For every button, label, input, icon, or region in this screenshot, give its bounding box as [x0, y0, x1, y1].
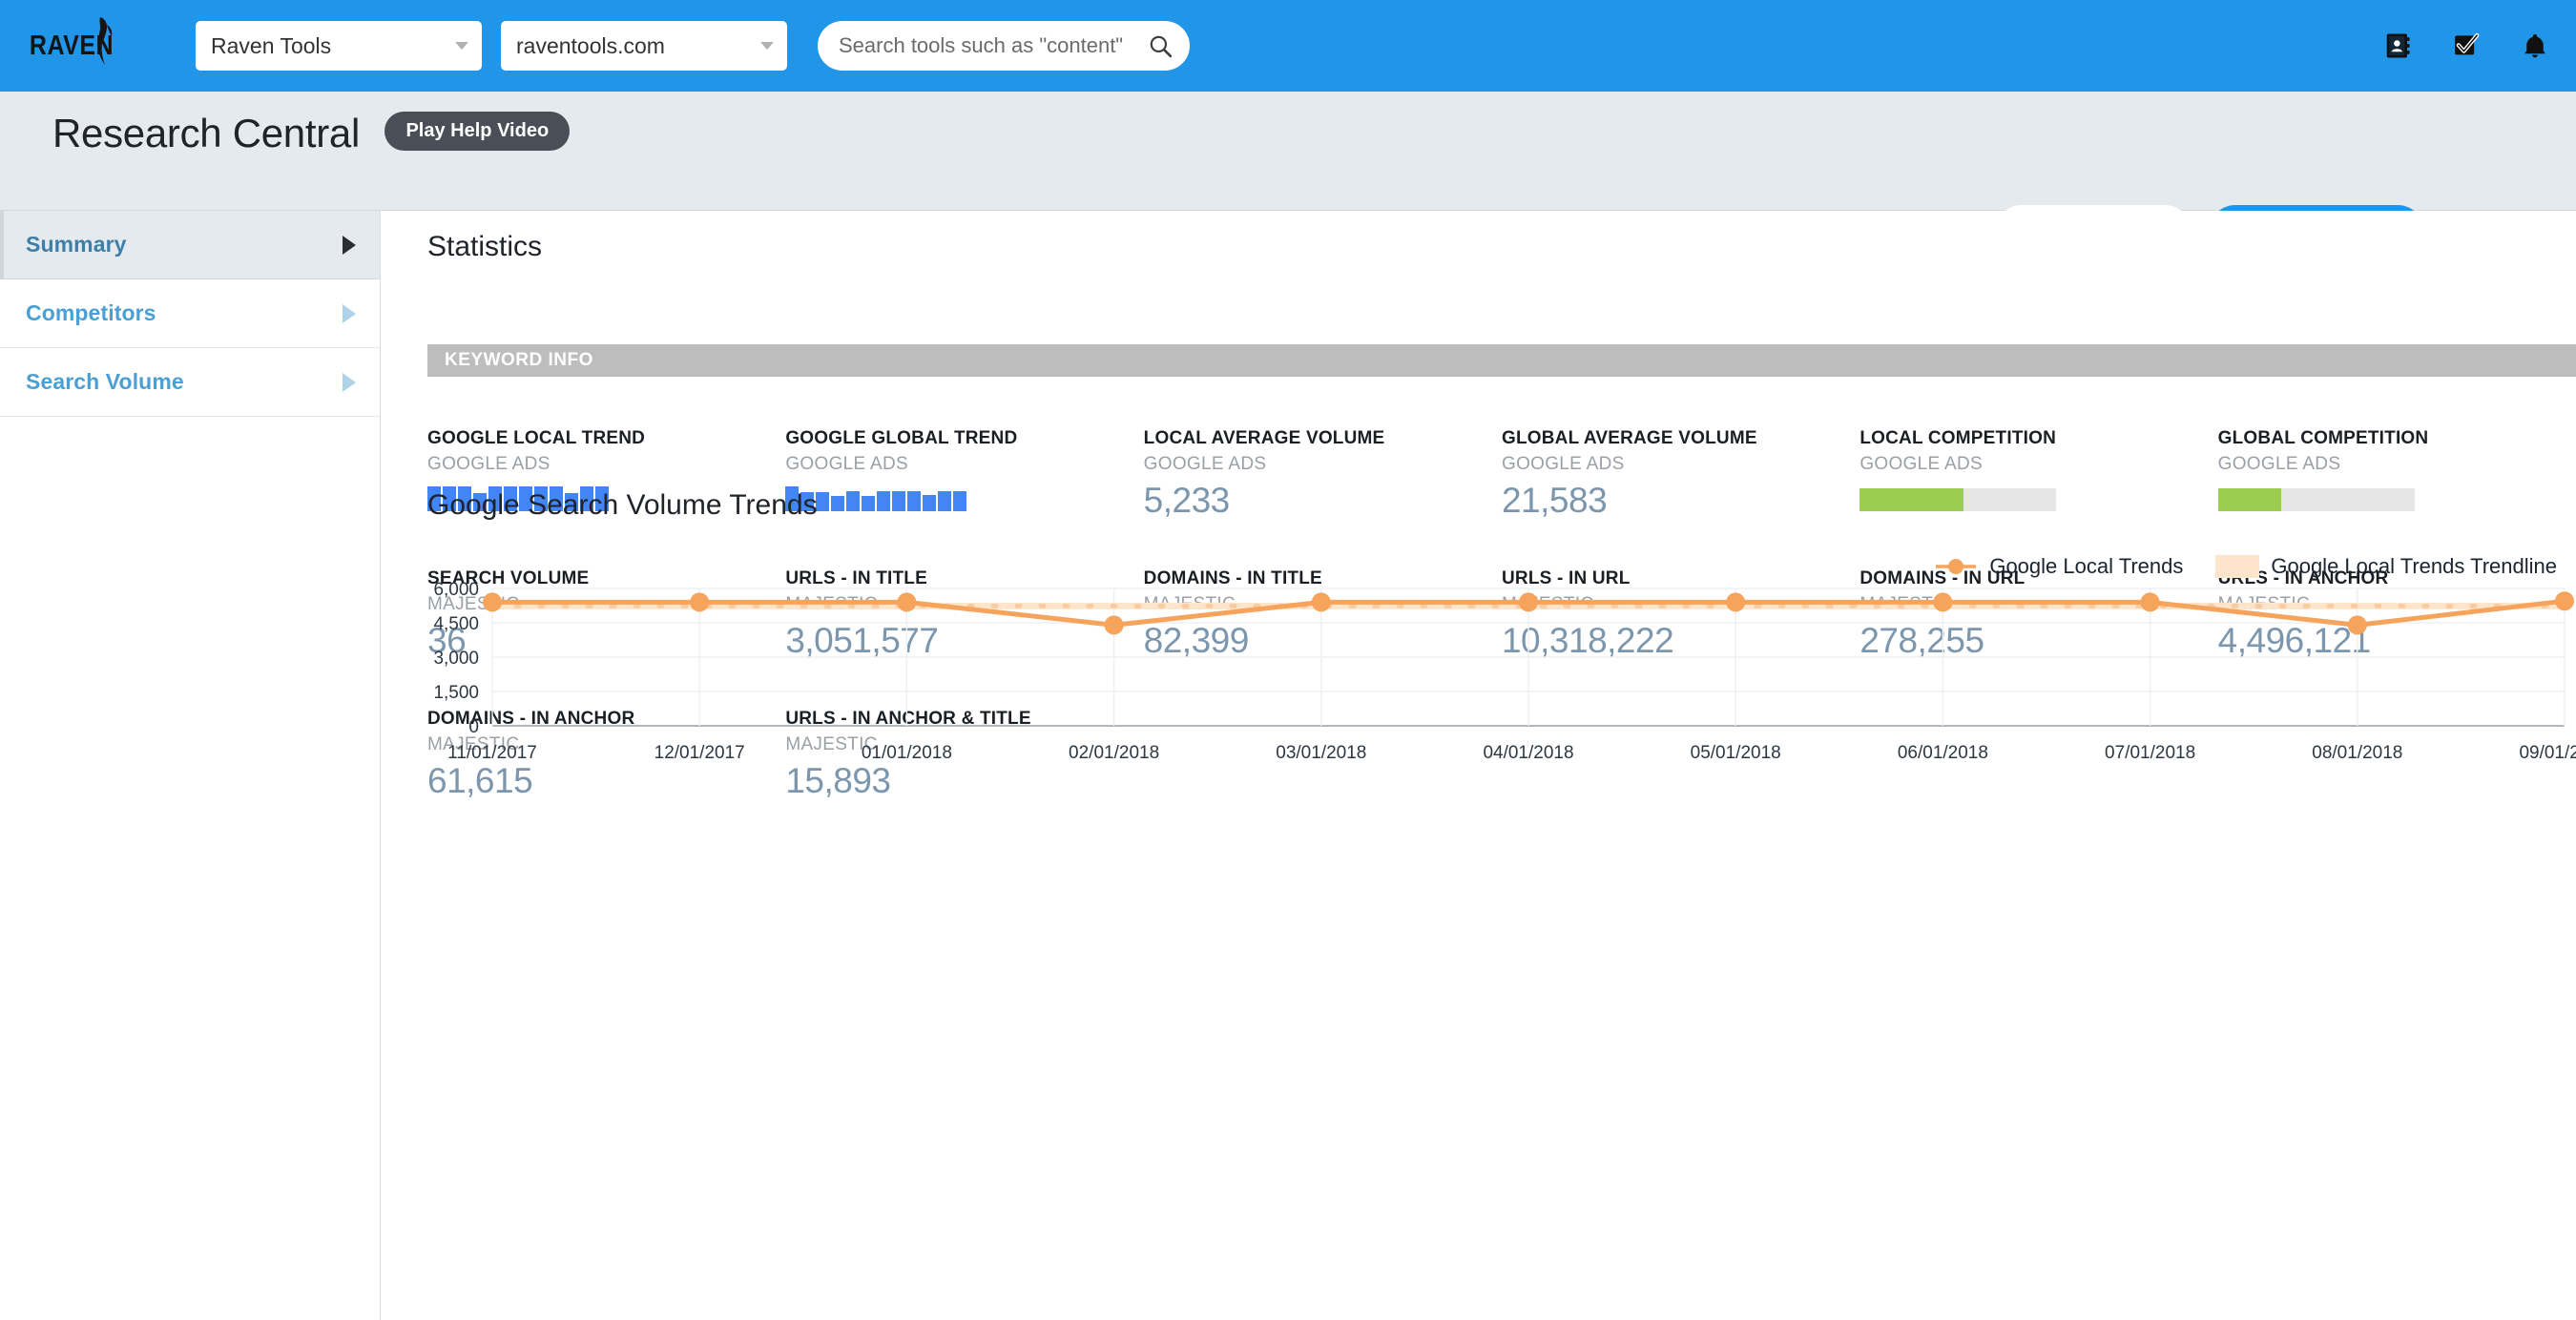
search-input[interactable] [839, 33, 1148, 58]
raven-bird-icon [89, 15, 114, 69]
chart-x-axis-labels: 11/01/2017 12/01/2017 01/01/2018 02/01/2018… [427, 743, 2576, 772]
stat-competition-meter [1859, 488, 2056, 511]
x-axis-tick-label: 08/01/2018 [2312, 743, 2402, 764]
sparkline-bar [907, 491, 921, 511]
keyword-info-group-label: KEYWORD INFO [445, 350, 593, 371]
sidebar-item-summary[interactable]: Summary [0, 211, 380, 279]
sparkline-bar [816, 492, 829, 511]
stat-source: GOOGLE ADS [1502, 454, 1859, 475]
stat-label: GOOGLE LOCAL TREND [427, 428, 785, 449]
stat-source: GOOGLE ADS [1859, 454, 2217, 475]
site-select-value: raventools.com [516, 33, 665, 59]
stat-card: GLOBAL COMPETITION GOOGLE ADS [2218, 402, 2576, 542]
stat-source: GOOGLE ADS [1144, 454, 1502, 475]
stat-source: GOOGLE ADS [785, 454, 1143, 475]
chart-legend: Google Local Trends Google Local Trends T… [1934, 554, 2557, 579]
x-axis-tick-label: 04/01/2018 [1483, 743, 1573, 764]
x-axis-tick-label: 01/01/2018 [862, 743, 952, 764]
top-nav-icon-group [2383, 0, 2549, 92]
tasks-check-icon[interactable] [2452, 31, 2481, 60]
sparkline-bar [862, 496, 875, 511]
x-axis-tick-label: 03/01/2018 [1276, 743, 1366, 764]
keyword-info-group-header: KEYWORD INFO [427, 344, 2576, 377]
legend-label: Google Local Trends [1989, 554, 2183, 579]
stat-value: 5,233 [1144, 481, 1502, 521]
x-axis-tick-label: 02/01/2018 [1069, 743, 1159, 764]
account-select[interactable]: Raven Tools [196, 21, 482, 71]
stat-sparkline [785, 486, 1143, 511]
svg-text:4,500: 4,500 [433, 614, 479, 634]
sparkline-bar [877, 491, 890, 511]
stat-label: LOCAL COMPETITION [1859, 428, 2217, 449]
stat-label: GOOGLE GLOBAL TREND [785, 428, 1143, 449]
sidebar-item-search-volume[interactable]: Search Volume [0, 348, 380, 417]
page-header-left: Research Central Play Help Video [52, 111, 570, 156]
stat-source: GOOGLE ADS [427, 454, 785, 475]
legend-line-marker-icon [1934, 555, 1978, 578]
competition-meter-fill [2218, 488, 2281, 511]
sidebar-item-competitors[interactable]: Competitors [0, 279, 380, 348]
sidebar-item-label: Summary [26, 232, 127, 258]
sparkline-bar [846, 491, 860, 511]
search-icon[interactable] [1148, 33, 1173, 58]
chevron-right-icon [343, 373, 356, 392]
stat-label: GLOBAL AVERAGE VOLUME [1502, 428, 1859, 449]
tool-search-box[interactable] [818, 21, 1190, 71]
x-axis-tick-label: 11/01/2017 [447, 743, 537, 764]
top-navigation-bar: RAVEN Raven Tools raventools.com [0, 0, 2576, 92]
sidebar-navigation: Summary Competitors Search Volume [0, 211, 381, 1320]
site-select[interactable]: raventools.com [501, 21, 787, 71]
main-content: Statistics KEYWORD INFO GOOGLE LOCAL TRE… [382, 211, 2576, 1320]
contact-book-icon[interactable] [2383, 31, 2412, 60]
search-volume-trends-chart: Google Local Trends Google Local Trends T… [427, 554, 2576, 745]
x-axis-tick-label: 07/01/2018 [2105, 743, 2195, 764]
sparkline-bar [923, 495, 936, 511]
chevron-down-icon [760, 42, 774, 50]
x-axis-tick-label: 12/01/2017 [654, 743, 745, 764]
notifications-bell-icon[interactable] [2521, 31, 2549, 60]
x-axis-tick-label: 09/01/2018 [2519, 743, 2576, 764]
raven-logo[interactable]: RAVEN [0, 21, 143, 71]
svg-text:1,500: 1,500 [433, 683, 479, 703]
sidebar-item-label: Search Volume [26, 369, 184, 395]
sidebar-item-label: Competitors [26, 300, 156, 326]
stat-label: GLOBAL COMPETITION [2218, 428, 2576, 449]
sparkline-bar [831, 496, 844, 511]
sparkline-bar [892, 491, 905, 511]
stat-card: GOOGLE GLOBAL TREND GOOGLE ADS [785, 402, 1143, 542]
chevron-right-icon [343, 304, 356, 323]
search-volume-trends-heading: Google Search Volume Trends [427, 489, 818, 522]
stat-card: LOCAL AVERAGE VOLUME GOOGLE ADS 5,233 [1144, 402, 1502, 542]
legend-swatch [2215, 555, 2259, 578]
page-header-bar: Research Central Play Help Video Uses da… [0, 92, 2576, 211]
legend-label: Google Local Trends Trendline [2271, 554, 2557, 579]
stat-competition-meter [2218, 488, 2415, 511]
stat-card: GLOBAL AVERAGE VOLUME GOOGLE ADS 21,583 [1502, 402, 1859, 542]
chevron-down-icon [455, 42, 468, 50]
svg-text:3,000: 3,000 [433, 649, 479, 669]
play-help-video-button[interactable]: Play Help Video [384, 112, 570, 151]
svg-text:6,000: 6,000 [433, 581, 479, 600]
page-title: Research Central [52, 111, 360, 156]
chevron-right-icon [343, 236, 356, 255]
stat-label: LOCAL AVERAGE VOLUME [1144, 428, 1502, 449]
x-axis-tick-label: 05/01/2018 [1691, 743, 1781, 764]
stat-source: GOOGLE ADS [2218, 454, 2576, 475]
statistics-heading: Statistics [427, 231, 542, 263]
legend-item[interactable]: Google Local Trends [1934, 554, 2183, 579]
competition-meter-fill [1859, 488, 1963, 511]
sparkline-bar [953, 491, 966, 511]
x-axis-tick-label: 06/01/2018 [1898, 743, 1988, 764]
sparkline-bar [938, 491, 951, 511]
stat-card: LOCAL COMPETITION GOOGLE ADS [1859, 402, 2217, 542]
account-select-value: Raven Tools [211, 33, 331, 59]
chart-plot-area: 0 1,500 3,000 4,500 6,000 [427, 581, 2576, 743]
legend-item[interactable]: Google Local Trends Trendline [2215, 554, 2557, 579]
svg-text:0: 0 [468, 717, 479, 737]
stat-value: 21,583 [1502, 481, 1859, 521]
